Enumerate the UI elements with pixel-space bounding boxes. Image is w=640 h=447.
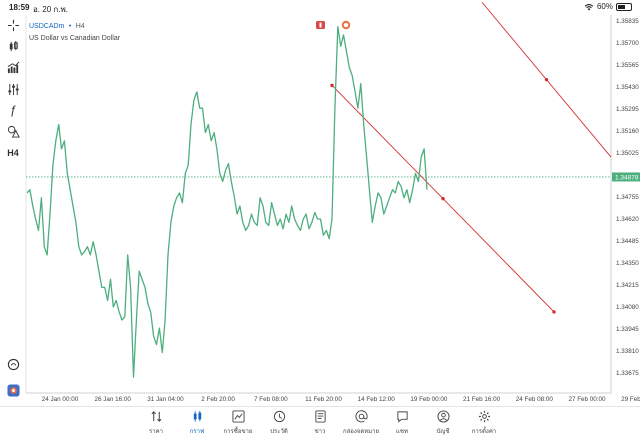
nav-label: ราคา	[149, 429, 163, 435]
current-price-label: 1.34878	[615, 174, 639, 181]
trendline-anchor[interactable]	[544, 77, 549, 82]
trendlines[interactable]	[330, 1, 612, 314]
app-logo-icon[interactable]	[6, 383, 20, 397]
indicators-icon[interactable]	[6, 60, 20, 74]
left-toolbar: ƒ H4	[0, 14, 26, 406]
shapes-icon[interactable]	[6, 124, 20, 138]
function-icon[interactable]: ƒ	[6, 103, 20, 117]
price-tick-label: 1.33945	[616, 326, 639, 333]
time-tick-label: 24 Feb 08:00	[516, 396, 554, 403]
current-price-marker: 1.34878	[612, 172, 640, 182]
nav-chat[interactable]: แชท	[380, 410, 424, 436]
trendline-anchor[interactable]	[330, 83, 334, 88]
crosshair-icon[interactable]	[6, 18, 20, 32]
nav-label: แชท	[396, 429, 408, 435]
price-tick-label: 1.34080	[616, 304, 639, 311]
price-tick-label: 1.35430	[616, 84, 639, 91]
time-tick-label: 27 Feb 00:00	[568, 396, 606, 403]
price-tick-label: 1.35835	[616, 18, 639, 25]
price-tick-label: 1.34485	[616, 238, 639, 245]
price-tick-label: 1.34350	[616, 260, 639, 267]
price-series-line	[26, 26, 428, 378]
price-tick-label: 1.35295	[616, 106, 639, 113]
quotes-icon	[150, 411, 162, 422]
nav-trade[interactable]: การซื้อขาย	[216, 410, 260, 436]
nav-chart[interactable]: กราฟ	[175, 410, 219, 436]
symbol-timeframe: H4	[75, 23, 85, 30]
symbol-separator: •	[68, 23, 72, 30]
candles-icon[interactable]	[6, 39, 20, 53]
time-tick-label: 19 Feb 00:00	[410, 396, 448, 403]
time-axis: 24 Jan 00:00 26 Jan 16:00 31 Jan 04:00 2 Fe…	[42, 396, 640, 403]
price-tick-label: 1.35565	[616, 62, 639, 69]
nav-label: บัญชี	[436, 429, 450, 435]
bottom-navigation: ราคา กราฟ การซื้อขาย ประวัติ ข่าว กล่องจ…	[0, 406, 640, 447]
time-tick-label: 2 Feb 20:00	[201, 396, 235, 403]
time-tick-label: 21 Feb 16:00	[463, 396, 501, 403]
nav-label: การซื้อขาย	[223, 429, 253, 435]
price-axis: 1.35835 1.35700 1.35565 1.35430 1.35295 1.351…	[616, 18, 639, 377]
mailbox-icon	[354, 410, 368, 423]
nav-account[interactable]: บัญชี	[421, 410, 465, 436]
chart-icon	[193, 410, 201, 422]
trendline-anchor[interactable]	[441, 196, 445, 201]
time-tick-label: 31 Jan 04:00	[147, 396, 184, 403]
price-chart[interactable]: 1.35835 1.35700 1.35565 1.35430 1.35295 1.351…	[0, 0, 640, 406]
nav-label: ประวัติ	[270, 429, 288, 435]
symbol-description: US Dollar vs Canadian Dollar	[29, 35, 121, 42]
price-tick-label: 1.35700	[616, 40, 639, 47]
time-tick-label: 29 Feb 16:00	[621, 396, 640, 403]
nav-label: ข่าว	[314, 429, 326, 435]
symbol-name[interactable]: USDCADm	[29, 23, 64, 30]
zoom-icon[interactable]	[6, 357, 20, 371]
settings-sliders-icon[interactable]	[6, 82, 20, 96]
symbol-header: USDCADm • H4 US Dollar vs Canadian Dolla…	[29, 15, 120, 42]
timeframe-icon[interactable]: H4	[6, 146, 20, 160]
price-tick-label: 1.34755	[616, 194, 639, 201]
nav-mailbox[interactable]: กล่องจดหมาย	[339, 410, 383, 436]
price-tick-label: 1.34215	[616, 282, 639, 289]
trendline-anchor[interactable]	[552, 310, 556, 314]
account-icon	[436, 410, 450, 423]
price-tick-label: 1.34620	[616, 216, 639, 223]
nav-label: กราฟ	[189, 429, 205, 435]
time-tick-label: 14 Feb 12:00	[358, 396, 396, 403]
nav-label: กล่องจดหมาย	[342, 429, 380, 435]
history-icon	[273, 410, 285, 423]
nav-news[interactable]: ข่าว	[298, 410, 342, 436]
nav-label: การตั้งค่า	[471, 429, 497, 435]
time-tick-label: 7 Feb 08:00	[254, 396, 288, 403]
news-icon	[314, 410, 326, 423]
price-tick-label: 1.33810	[616, 348, 639, 355]
nav-settings[interactable]: การตั้งค่า	[462, 410, 506, 436]
time-tick-label: 11 Feb 20:00	[305, 396, 342, 403]
time-tick-label: 24 Jan 00:00	[42, 396, 79, 403]
settings-icon	[478, 410, 490, 423]
nav-quotes[interactable]: ราคา	[134, 410, 178, 436]
price-tick-label: 1.33675	[616, 370, 639, 377]
trade-icon	[231, 410, 245, 423]
chat-icon	[396, 411, 408, 423]
time-tick-label: 26 Jan 16:00	[94, 396, 131, 403]
nav-history[interactable]: ประวัติ	[257, 410, 301, 436]
price-tick-label: 1.35025	[616, 150, 639, 157]
price-tick-label: 1.35160	[616, 128, 639, 135]
one-click-trading-icons[interactable]	[316, 20, 351, 30]
